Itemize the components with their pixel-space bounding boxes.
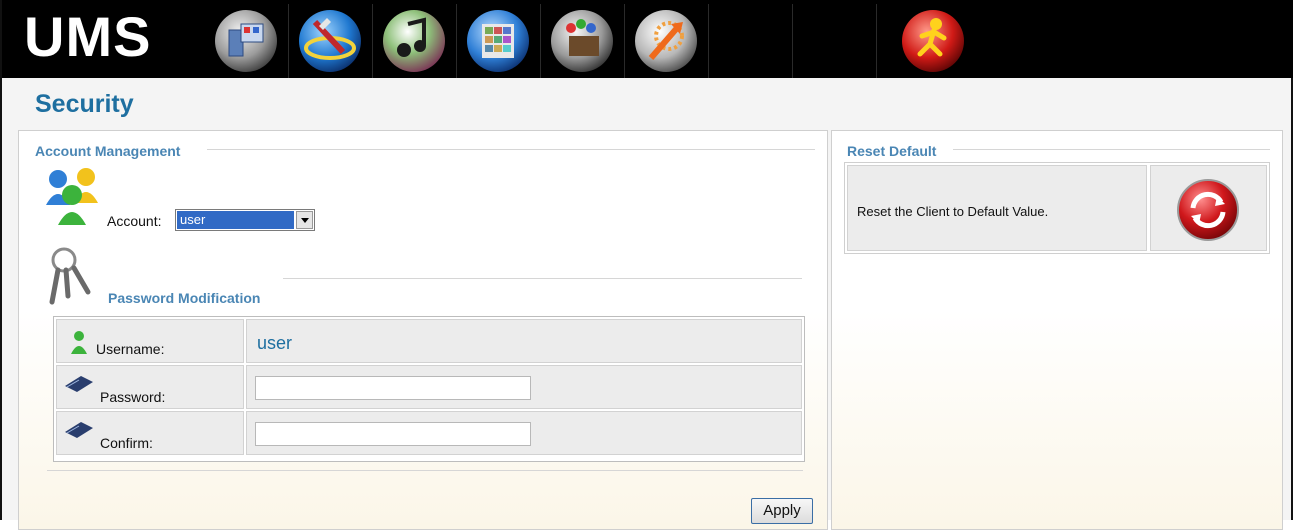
divider xyxy=(47,470,803,471)
music-icon[interactable] xyxy=(373,4,457,78)
confirm-label: Confirm: xyxy=(100,435,153,451)
users-group-icon xyxy=(42,165,104,232)
satellite-icon[interactable] xyxy=(289,4,373,78)
apply-button[interactable]: Apply xyxy=(751,498,813,524)
book-icon xyxy=(63,374,95,399)
app-frame: UMS Security Account Management Account:… xyxy=(0,0,1293,530)
account-select[interactable]: user xyxy=(175,209,315,231)
exit-runner-icon[interactable] xyxy=(892,4,976,78)
divider xyxy=(207,149,815,150)
account-management-legend: Account Management xyxy=(35,143,181,159)
divider xyxy=(953,149,1270,150)
device-manager-icon[interactable] xyxy=(205,4,289,78)
confirm-password-input[interactable] xyxy=(255,422,531,446)
username-label: Username: xyxy=(96,341,165,357)
divider xyxy=(283,278,802,279)
reset-description-cell: Reset the Client to Default Value. xyxy=(847,165,1147,251)
top-navigation-bar: UMS xyxy=(2,0,1293,78)
reset-description: Reset the Client to Default Value. xyxy=(857,204,1049,219)
chevron-down-icon[interactable] xyxy=(296,211,313,229)
username-value: user xyxy=(257,333,293,353)
grid-apps-icon[interactable] xyxy=(457,4,541,78)
sun-arrow-icon[interactable] xyxy=(625,4,709,78)
username-value-cell: user xyxy=(246,319,802,363)
password-modification-legend: Password Modification xyxy=(108,290,261,306)
reset-refresh-icon xyxy=(1175,178,1241,247)
confirm-row: Confirm: xyxy=(56,411,802,455)
palette-icon[interactable] xyxy=(541,4,625,78)
keys-icon xyxy=(48,246,104,311)
ums-logo: UMS xyxy=(24,5,152,68)
book-icon xyxy=(63,420,95,445)
account-label: Account: xyxy=(107,213,162,229)
password-table: Username: user Password: Confirm: xyxy=(53,316,805,462)
confirm-input-cell xyxy=(246,411,802,455)
password-label-cell: Password: xyxy=(56,365,244,409)
reset-default-legend: Reset Default xyxy=(847,143,937,159)
reset-button[interactable] xyxy=(1150,165,1267,251)
page-title: Security xyxy=(35,90,134,118)
reset-default-box: Reset the Client to Default Value. xyxy=(844,162,1270,254)
password-input[interactable] xyxy=(255,376,531,400)
password-input-cell xyxy=(246,365,802,409)
empty-nav-slot xyxy=(793,4,877,78)
password-row: Password: xyxy=(56,365,802,409)
account-selected-value: user xyxy=(177,211,294,229)
confirm-label-cell: Confirm: xyxy=(56,411,244,455)
username-row: Username: user xyxy=(56,319,802,363)
user-icon xyxy=(69,330,89,359)
password-label: Password: xyxy=(100,389,166,405)
empty-nav-slot xyxy=(709,4,793,78)
username-label-cell: Username: xyxy=(56,319,244,363)
